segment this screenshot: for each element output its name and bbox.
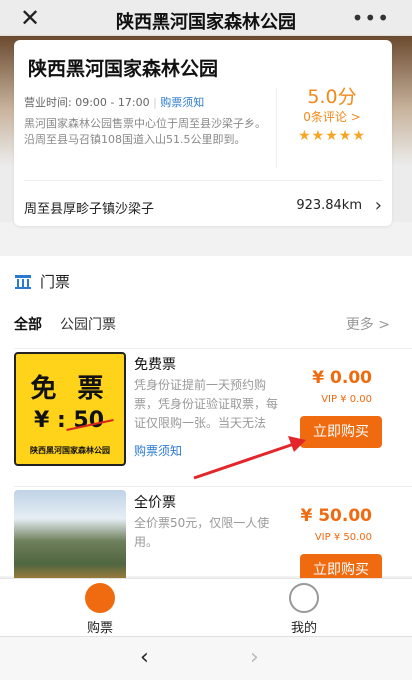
divider bbox=[276, 88, 277, 168]
park-name: 陕西黑河国家森林公园 bbox=[28, 58, 219, 80]
tab-all[interactable]: 全部 bbox=[14, 314, 42, 334]
park-address[interactable]: 周至县厚畛子镇沙梁子 bbox=[24, 198, 154, 217]
divider bbox=[14, 486, 412, 487]
park-description: 黑河国家森林公园售票中心位于周至县沙梁子乡。沿周至县马召镇108国道入山51.5… bbox=[24, 117, 266, 146]
chevron-right-icon[interactable]: › bbox=[375, 195, 382, 216]
purchase-notice-link[interactable]: 购票须知 bbox=[160, 96, 204, 109]
vip-price: VIP ¥ 50.00 bbox=[314, 532, 372, 543]
nav-label: 购票 bbox=[86, 621, 113, 636]
opening-hours-text: 营业时间: 09:00 - 17:00 bbox=[24, 96, 150, 109]
nav-buy-tickets[interactable]: 购票 bbox=[50, 583, 150, 636]
park-distance: 923.84km bbox=[296, 198, 362, 213]
bottom-nav: 购票 我的 bbox=[0, 578, 412, 636]
divider bbox=[24, 180, 382, 181]
more-link[interactable]: 更多 > bbox=[346, 314, 390, 334]
user-icon bbox=[289, 583, 319, 613]
purchase-notice-link[interactable]: 购票须知 bbox=[134, 442, 182, 459]
top-bar: ✕ 陕西黑河国家森林公园 ••• bbox=[0, 0, 412, 36]
nav-mine[interactable]: 我的 bbox=[254, 583, 354, 636]
thumb-title: 免 票 bbox=[30, 374, 110, 404]
free-ticket-thumbnail[interactable]: 免 票 ¥ : 50 陕西黑河国家森林公园 bbox=[14, 352, 126, 466]
star-icon: ★ bbox=[352, 128, 366, 144]
nav-label: 我的 bbox=[290, 621, 317, 636]
page-title: 陕西黑河国家森林公园 bbox=[116, 12, 296, 33]
browser-toolbar: ‹ › bbox=[0, 636, 412, 680]
divider bbox=[14, 348, 412, 349]
star-icon: ★ bbox=[325, 128, 339, 144]
forward-chevron-icon[interactable]: › bbox=[250, 645, 259, 670]
ticket-name: 免费票 bbox=[134, 357, 176, 373]
buy-now-button[interactable]: 立即购买 bbox=[300, 416, 382, 448]
star-icon: ★ bbox=[311, 128, 326, 144]
back-chevron-icon[interactable]: ‹ bbox=[140, 645, 149, 670]
more-dots-icon[interactable]: ••• bbox=[352, 6, 390, 30]
rating-score: 5.0分 bbox=[307, 86, 357, 108]
reviews-link[interactable]: 0条评论 > bbox=[284, 108, 380, 125]
star-icon: ★ bbox=[298, 128, 312, 144]
section-title: 门票 bbox=[40, 273, 71, 291]
red-arrow-annotation bbox=[193, 436, 306, 480]
ticket-name: 全价票 bbox=[134, 495, 176, 511]
opening-hours: 营业时间: 09:00 - 17:00 | 购票须知 bbox=[24, 96, 205, 109]
star-rating: ★★★★★ bbox=[284, 128, 380, 144]
vip-price: VIP ¥ 0.00 bbox=[321, 394, 372, 405]
ticket-description: 全价票50元，仅限一人使用。 bbox=[134, 516, 270, 549]
star-icon: ★ bbox=[338, 128, 353, 144]
ticket-price: ¥ 0.00 bbox=[312, 368, 372, 388]
park-info-card: 陕西黑河国家森林公园 营业时间: 09:00 - 17:00 | 购票须知 黑河… bbox=[14, 40, 392, 226]
ticket-price: ¥ 50.00 bbox=[300, 506, 372, 526]
ticket-icon bbox=[85, 583, 115, 613]
tab-park-tickets[interactable]: 公园门票 bbox=[60, 314, 116, 334]
thumb-caption: 陕西黑河国家森林公园 bbox=[30, 446, 110, 455]
ticket-house-icon bbox=[15, 275, 31, 289]
